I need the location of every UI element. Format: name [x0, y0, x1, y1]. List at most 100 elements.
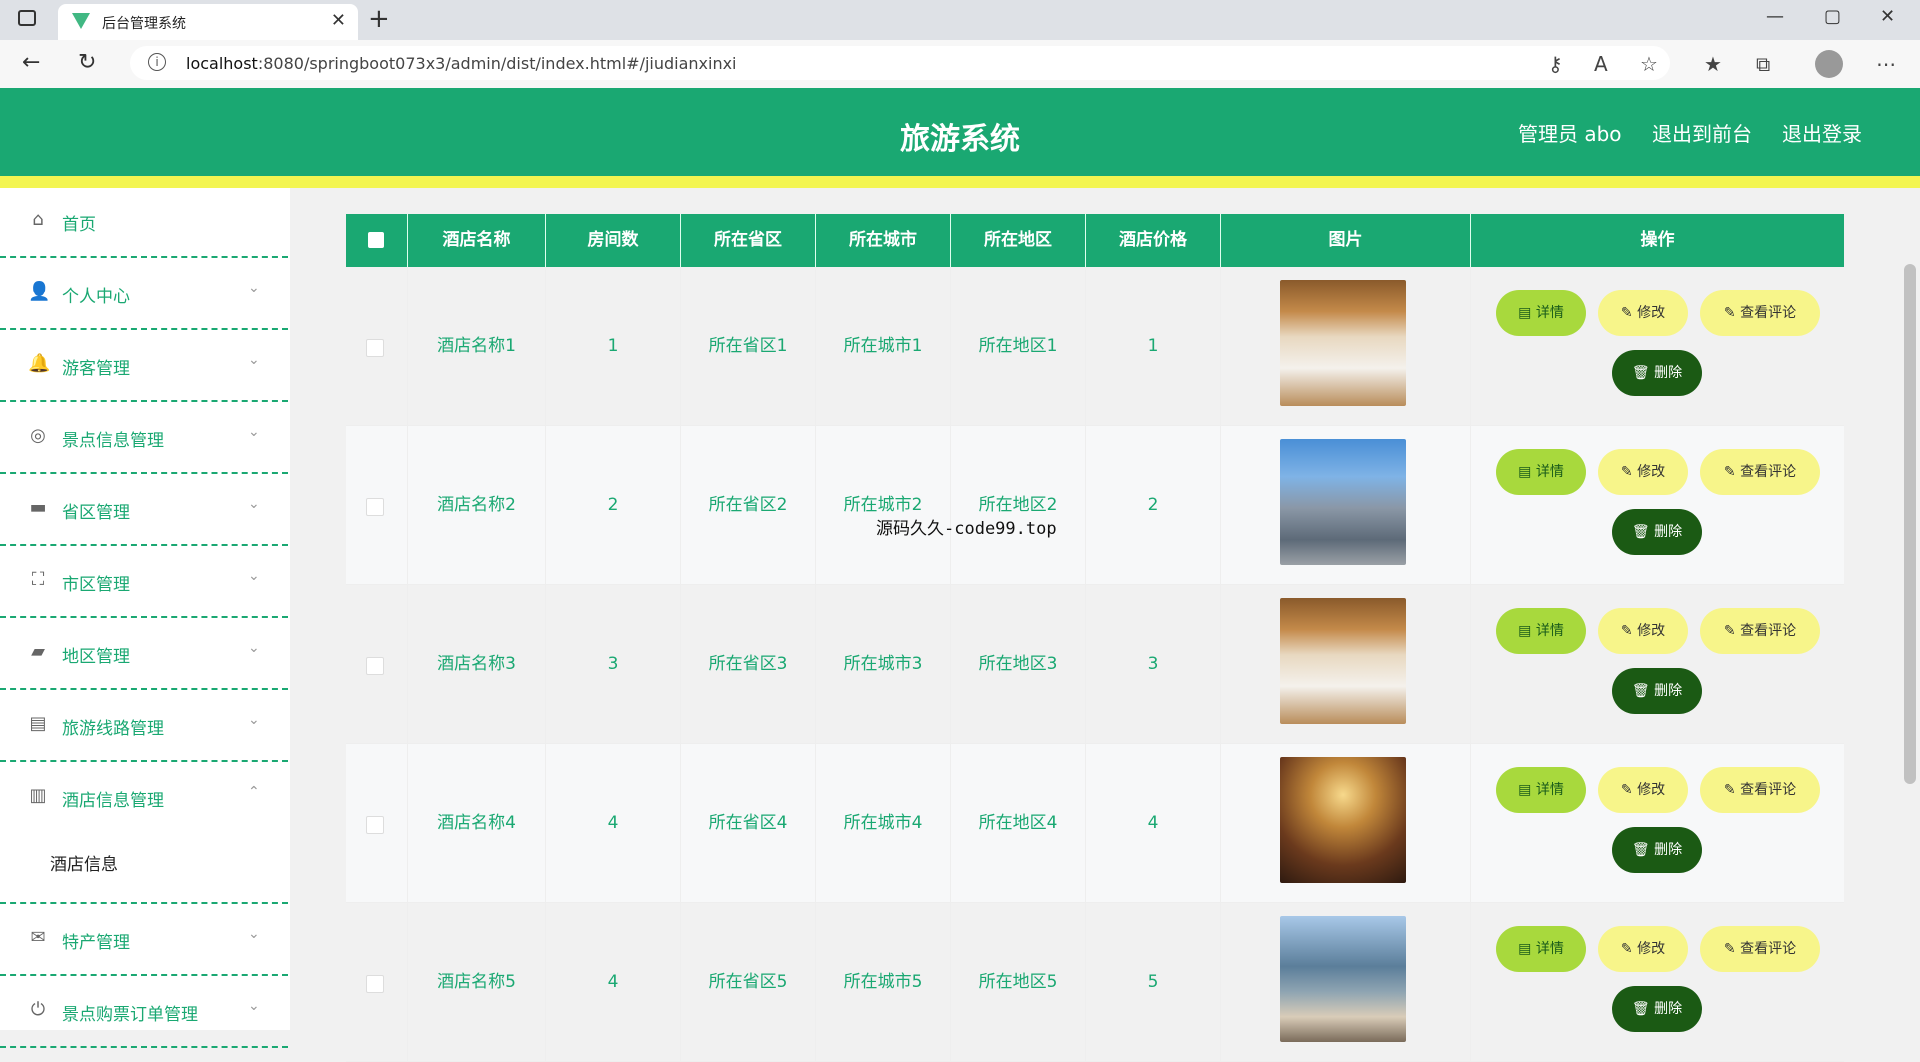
cell-area: 所在地区1 [951, 267, 1086, 426]
sidebar-item-scenic[interactable]: ◎ 景点信息管理 ⌄ [0, 404, 288, 474]
cell-province: 所在省区4 [681, 744, 816, 903]
cell-price: 1 [1086, 267, 1221, 426]
url-field[interactable]: i localhost:8080/springboot073x3/admin/d… [130, 46, 1670, 80]
sidebar-item-label: 景点信息管理 [62, 431, 164, 451]
view-comments-button[interactable]: ✎ 查看评论 [1700, 608, 1820, 654]
col-header[interactable]: 所在城市 [816, 214, 951, 267]
checkbox-cell [346, 903, 408, 1062]
delete-button[interactable]: 🗑 删除 [1612, 350, 1702, 396]
chevron-up-icon: ⌃ [248, 784, 260, 800]
detail-button[interactable]: ▤ 详情 [1496, 290, 1586, 336]
row-checkbox[interactable] [366, 339, 384, 357]
detail-label: 详情 [1535, 464, 1564, 480]
sidebar-item-home[interactable]: ⌂ 首页 [0, 188, 288, 258]
collections-icon[interactable]: ⧉ [1756, 52, 1770, 76]
sidebar-item-province[interactable]: ▬ 省区管理 ⌄ [0, 476, 288, 546]
close-window-button[interactable]: ✕ [1880, 6, 1895, 27]
detail-button[interactable]: ▤ 详情 [1496, 767, 1586, 813]
detail-button[interactable]: ▤ 详情 [1496, 926, 1586, 972]
cell-province: 所在省区3 [681, 585, 816, 744]
delete-label: 删除 [1654, 842, 1683, 858]
hotel-thumbnail[interactable] [1280, 439, 1406, 565]
view-comments-button[interactable]: ✎ 查看评论 [1700, 767, 1820, 813]
page-scrollbar[interactable] [1900, 188, 1920, 1030]
chevron-down-icon: ⌄ [248, 712, 260, 728]
edit-button[interactable]: ✎ 修改 [1598, 767, 1688, 813]
logout-link[interactable]: 退出登录 [1782, 118, 1862, 147]
col-header[interactable]: 酒店名称 [408, 214, 546, 267]
detail-label: 详情 [1535, 941, 1564, 957]
scrollbar-thumb[interactable] [1904, 264, 1916, 784]
select-all-checkbox[interactable] [368, 232, 384, 248]
delete-button[interactable]: 🗑 删除 [1612, 986, 1702, 1032]
favorite-add-icon[interactable]: ☆ [1640, 52, 1658, 76]
submenu-hotel-info[interactable]: 酒店信息 [50, 850, 118, 875]
view-comments-button[interactable]: ✎ 查看评论 [1700, 449, 1820, 495]
sidebar-item-label: 游客管理 [62, 359, 130, 379]
reload-icon[interactable]: ↻ [78, 50, 96, 75]
hotel-thumbnail[interactable] [1280, 280, 1406, 406]
view-comments-button[interactable]: ✎ 查看评论 [1700, 290, 1820, 336]
edit-button[interactable]: ✎ 修改 [1598, 608, 1688, 654]
chevron-down-icon: ⌄ [248, 998, 260, 1014]
browser-tab-bar: 后台管理系统 ✕ + — ▢ ✕ [0, 0, 1920, 40]
sidebar-item-specialty[interactable]: ✉ 特产管理 ⌄ [0, 906, 288, 976]
browser-tab[interactable]: 后台管理系统 ✕ [58, 4, 358, 40]
cell-city: 所在城市3 [816, 585, 951, 744]
back-icon[interactable]: ← [22, 50, 40, 75]
comment-label: 查看评论 [1740, 305, 1797, 321]
favorites-icon[interactable]: ★ [1704, 52, 1722, 76]
new-tab-button[interactable]: + [368, 4, 390, 34]
sidebar-item-city[interactable]: ⛶ 市区管理 ⌄ [0, 548, 288, 618]
tab-close-icon[interactable]: ✕ [331, 10, 346, 31]
hotel-thumbnail[interactable] [1280, 598, 1406, 724]
sidebar-item-personal[interactable]: 👤 个人中心 ⌄ [0, 260, 288, 330]
maximize-button[interactable]: ▢ [1824, 6, 1841, 27]
exit-to-front-link[interactable]: 退出到前台 [1652, 118, 1752, 147]
profile-avatar[interactable] [1815, 50, 1843, 78]
printer-icon: ▤ [29, 713, 47, 734]
view-comments-button[interactable]: ✎ 查看评论 [1700, 926, 1820, 972]
cell-name: 酒店名称4 [408, 744, 546, 903]
detail-label: 详情 [1535, 305, 1564, 321]
minimize-button[interactable]: — [1766, 6, 1784, 27]
sidebar-item-ticket-orders[interactable]: ⏻ 景点购票订单管理 ⌄ [0, 978, 288, 1048]
compass-icon: ◎ [30, 425, 46, 446]
row-checkbox[interactable] [366, 816, 384, 834]
delete-button[interactable]: 🗑 删除 [1612, 509, 1702, 555]
col-header[interactable]: 所在省区 [681, 214, 816, 267]
col-header[interactable]: 房间数 [546, 214, 681, 267]
header-accent-bar [0, 176, 1920, 188]
more-menu-icon[interactable]: ⋯ [1876, 52, 1896, 76]
edit-button[interactable]: ✎ 修改 [1598, 926, 1688, 972]
tab-actions-icon[interactable] [18, 10, 36, 26]
sidebar-item-label: 个人中心 [62, 287, 130, 307]
edit-button[interactable]: ✎ 修改 [1598, 290, 1688, 336]
delete-button[interactable]: 🗑 删除 [1612, 827, 1702, 873]
detail-label: 详情 [1535, 623, 1564, 639]
key-icon[interactable]: ⚷ [1548, 52, 1563, 76]
site-info-icon[interactable]: i [148, 53, 166, 71]
hotel-thumbnail[interactable] [1280, 757, 1406, 883]
hotel-thumbnail[interactable] [1280, 916, 1406, 1042]
detail-button[interactable]: ▤ 详情 [1496, 449, 1586, 495]
sidebar-item-visitors[interactable]: 🔔 游客管理 ⌄ [0, 332, 288, 402]
cell-province: 所在省区2 [681, 426, 816, 585]
power-icon: ⏻ [30, 999, 46, 1020]
sidebar-item-hotel[interactable]: ▥ 酒店信息管理 ⌃ 酒店信息 [0, 764, 288, 904]
content-area: 酒店名称 房间数 所在省区 所在城市 所在地区 酒店价格 图片 操作 酒店名称1… [316, 188, 1864, 1062]
sidebar-item-routes[interactable]: ▤ 旅游线路管理 ⌄ [0, 692, 288, 762]
delete-button[interactable]: 🗑 删除 [1612, 668, 1702, 714]
row-checkbox[interactable] [366, 657, 384, 675]
cell-price: 3 [1086, 585, 1221, 744]
row-checkbox[interactable] [366, 975, 384, 993]
detail-button[interactable]: ▤ 详情 [1496, 608, 1586, 654]
sidebar-item-area[interactable]: ▰ 地区管理 ⌄ [0, 620, 288, 690]
cell-area: 所在地区2 [951, 426, 1086, 585]
edit-button[interactable]: ✎ 修改 [1598, 449, 1688, 495]
col-header[interactable]: 所在地区 [951, 214, 1086, 267]
read-aloud-icon[interactable]: A [1594, 52, 1608, 76]
row-checkbox[interactable] [366, 498, 384, 516]
col-header[interactable]: 酒店价格 [1086, 214, 1221, 267]
edit-label: 修改 [1637, 941, 1666, 957]
